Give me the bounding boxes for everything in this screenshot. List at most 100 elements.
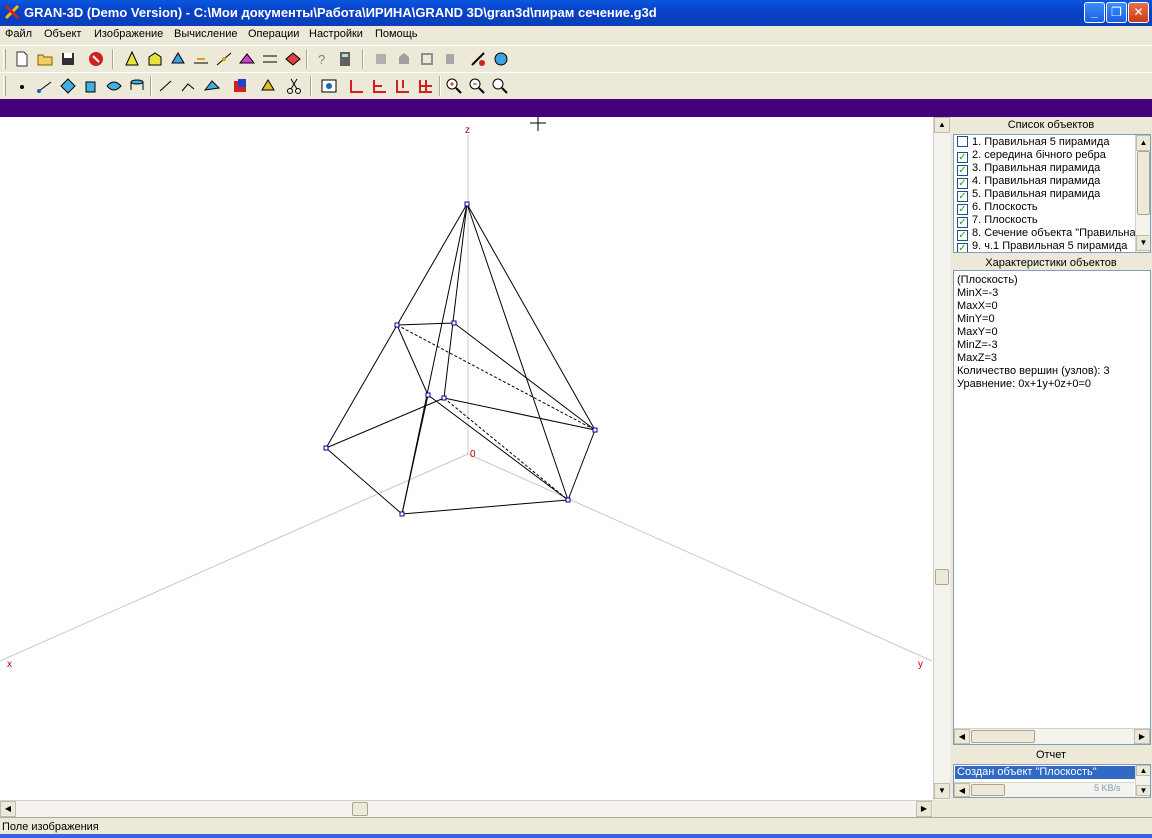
properties-horizontal-scrollbar[interactable]: ◀ ▶: [954, 728, 1150, 744]
list-item[interactable]: 1. Правильная 5 пирамида: [957, 136, 1109, 149]
scroll-left-button[interactable]: ◀: [954, 783, 970, 797]
scroll-left-button[interactable]: ◀: [0, 801, 16, 817]
zoom-out-icon[interactable]: [467, 76, 487, 96]
report-entry[interactable]: Создан объект "Плоскость": [955, 766, 1135, 779]
vertex[interactable]: [399, 511, 405, 517]
scroll-thumb[interactable]: [971, 784, 1005, 796]
rotate-view-icon[interactable]: [491, 49, 511, 69]
prism-solid-icon[interactable]: [81, 76, 101, 96]
minimize-button[interactable]: _: [1084, 2, 1105, 23]
menu-image[interactable]: Изображение: [94, 28, 163, 40]
parallel-tool-icon[interactable]: [260, 49, 280, 69]
toolbar-grip[interactable]: [3, 49, 6, 69]
transform-tool-icon[interactable]: [468, 49, 488, 69]
scroll-right-button[interactable]: ▶: [1134, 729, 1150, 744]
vertex[interactable]: [394, 322, 400, 328]
report-vertical-scrollbar[interactable]: ▲ ▼: [1135, 765, 1150, 797]
chain-tool-icon[interactable]: [179, 76, 199, 96]
canvas-vertical-scrollbar[interactable]: ▲ ▼: [933, 117, 950, 800]
menu-object[interactable]: Объект: [44, 28, 81, 40]
scene-svg[interactable]: z x y 0: [0, 117, 933, 800]
scroll-up-button[interactable]: ▲: [1136, 135, 1150, 151]
report-horizontal-scrollbar[interactable]: ◀ 5 KB/s: [954, 782, 1134, 797]
view-preview-icon[interactable]: [319, 76, 339, 96]
zoom-in-icon[interactable]: [444, 76, 464, 96]
segment-tool-icon[interactable]: [214, 49, 234, 69]
drawing-canvas[interactable]: z x y 0: [0, 117, 933, 800]
solid-tool-icon[interactable]: [168, 49, 188, 69]
scroll-down-button[interactable]: ▼: [1136, 235, 1150, 251]
menu-operations[interactable]: Операции: [248, 28, 299, 40]
color-object-icon[interactable]: [230, 76, 250, 96]
scroll-up-button[interactable]: ▲: [1136, 765, 1150, 776]
vertex[interactable]: [592, 427, 598, 433]
list-item[interactable]: ✓ 4. Правильная пирамида: [957, 175, 1100, 189]
scroll-up-button[interactable]: ▲: [934, 117, 950, 133]
erase-object-icon[interactable]: [440, 49, 460, 69]
vertex[interactable]: [451, 320, 457, 326]
paint-tool-icon[interactable]: [258, 76, 278, 96]
calculator-icon[interactable]: [335, 49, 355, 69]
vertex[interactable]: [323, 445, 329, 451]
list-item[interactable]: ✓ 3. Правильная пирамида: [957, 162, 1100, 176]
view-top-icon[interactable]: [393, 76, 413, 96]
cut-tool-icon[interactable]: [284, 76, 304, 96]
view-side-icon[interactable]: [370, 76, 390, 96]
section-tool-icon[interactable]: [283, 49, 303, 69]
view-grid-icon[interactable]: [416, 76, 436, 96]
objects-list-scrollbar[interactable]: ▲ ▼: [1135, 135, 1150, 252]
checkbox[interactable]: [957, 136, 968, 147]
report-box[interactable]: Создан объект "Плоскость" ◀ 5 KB/s ▲ ▼: [953, 764, 1151, 798]
save-icon[interactable]: [58, 49, 78, 69]
objects-list[interactable]: 1. Правильная 5 пирамида ✓ 2. середина бі…: [953, 134, 1151, 253]
vertex[interactable]: [425, 392, 431, 398]
copy-object-icon[interactable]: [371, 49, 391, 69]
checkbox[interactable]: ✓: [957, 243, 968, 252]
list-item[interactable]: ✓ 6. Плоскость: [957, 201, 1038, 215]
scroll-down-button[interactable]: ▼: [934, 783, 950, 799]
menu-file[interactable]: Файл: [5, 28, 32, 40]
close-button[interactable]: ✕: [1128, 2, 1149, 23]
cylinder-tool-icon[interactable]: [127, 76, 147, 96]
menu-help[interactable]: Помощь: [375, 28, 418, 40]
plane-tool-icon[interactable]: [237, 49, 257, 69]
face-tool-icon[interactable]: [202, 76, 222, 96]
prism-tool-icon[interactable]: [145, 49, 165, 69]
vertex-apex[interactable]: [464, 201, 470, 207]
scroll-thumb[interactable]: [352, 802, 368, 816]
scroll-thumb[interactable]: [1137, 151, 1150, 215]
scroll-right-button[interactable]: ▶: [916, 801, 932, 817]
frame-object-icon[interactable]: [417, 49, 437, 69]
paste-object-icon[interactable]: [394, 49, 414, 69]
point-tool-icon[interactable]: [12, 76, 32, 96]
scroll-thumb[interactable]: [935, 569, 949, 585]
vertex[interactable]: [441, 395, 447, 401]
list-item[interactable]: ✓ 7. Плоскость: [957, 214, 1038, 228]
surface-tool-icon[interactable]: [104, 76, 124, 96]
new-file-icon[interactable]: [12, 49, 32, 69]
pyramid-tool-icon[interactable]: [122, 49, 142, 69]
list-item[interactable]: ✓ 8. Сечение объекта "Правильна: [957, 227, 1136, 241]
scroll-left-button[interactable]: ◀: [954, 729, 970, 744]
menu-settings[interactable]: Настройки: [309, 28, 363, 40]
toolbar-separator: [306, 49, 308, 69]
line-tool-icon[interactable]: [191, 49, 211, 69]
menu-calculation[interactable]: Вычисление: [174, 28, 238, 40]
polygon-tool-icon[interactable]: [58, 76, 78, 96]
open-folder-icon[interactable]: [35, 49, 55, 69]
vector-tool-icon[interactable]: [156, 76, 176, 96]
list-item[interactable]: ✓ 5. Правильная пирамида: [957, 188, 1100, 202]
zoom-reset-icon[interactable]: [490, 76, 510, 96]
view-front-icon[interactable]: [347, 76, 367, 96]
exit-icon[interactable]: [86, 49, 106, 69]
list-item[interactable]: ✓ 9. ч.1 Правильная 5 пирамида: [957, 240, 1127, 252]
toolbar-grip[interactable]: [3, 76, 6, 96]
help-tool-icon[interactable]: ?: [312, 49, 332, 69]
canvas-horizontal-scrollbar[interactable]: ◀ ▶: [0, 800, 933, 817]
vertex[interactable]: [565, 497, 571, 503]
maximize-button[interactable]: ❐: [1106, 2, 1127, 23]
scroll-down-button[interactable]: ▼: [1136, 785, 1150, 796]
scroll-thumb[interactable]: [971, 730, 1035, 743]
segment-points-icon[interactable]: [35, 76, 55, 96]
list-item[interactable]: ✓ 2. середина бічного ребра: [957, 149, 1106, 163]
